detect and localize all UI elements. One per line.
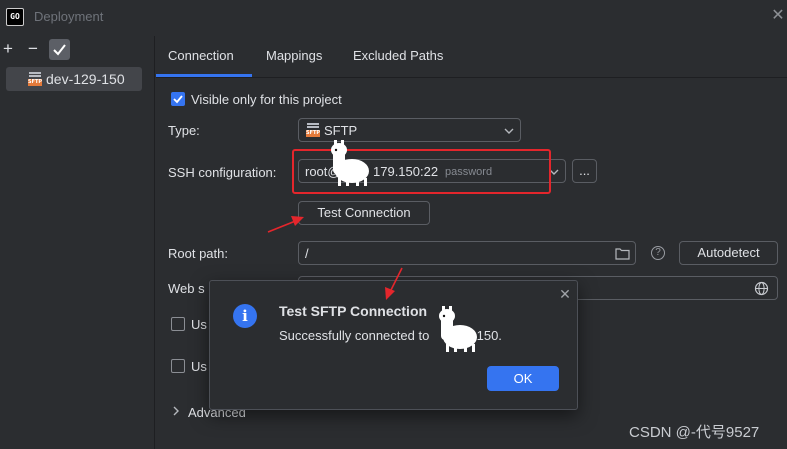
option-label-1: Us bbox=[191, 317, 207, 332]
type-value: SFTP bbox=[324, 123, 358, 138]
tab-connection[interactable]: Connection bbox=[168, 48, 234, 63]
folder-icon[interactable] bbox=[615, 247, 630, 260]
root-path-value: / bbox=[305, 246, 309, 261]
tab-bar: Connection Mappings Excluded Paths bbox=[156, 36, 787, 78]
remove-server-icon[interactable]: − bbox=[23, 39, 43, 59]
test-connection-button[interactable]: Test Connection bbox=[298, 201, 430, 225]
chevron-down-icon bbox=[504, 128, 514, 134]
option-label-2: Us bbox=[191, 359, 207, 374]
visible-only-checkbox[interactable] bbox=[171, 92, 185, 106]
dialog-close-icon[interactable]: ✕ bbox=[558, 287, 572, 301]
dialog-message-suffix: 179.150. bbox=[451, 328, 502, 343]
sftp-type-icon: SFTP bbox=[306, 123, 320, 137]
title-bar: GO Deployment ✕ bbox=[0, 0, 787, 36]
root-path-input[interactable]: / bbox=[298, 241, 636, 265]
tab-mappings[interactable]: Mappings bbox=[266, 48, 322, 63]
chevron-right-icon[interactable] bbox=[171, 406, 181, 416]
add-server-icon[interactable]: + bbox=[0, 39, 18, 59]
ssh-config-label: SSH configuration: bbox=[168, 165, 277, 180]
tab-excluded-paths[interactable]: Excluded Paths bbox=[353, 48, 443, 63]
dialog-message-prefix: Successfully connected to bbox=[279, 328, 430, 343]
window-title: Deployment bbox=[34, 9, 104, 24]
root-path-label: Root path: bbox=[168, 246, 228, 261]
dialog-title: Test SFTP Connection bbox=[279, 303, 428, 319]
csdn-watermark: CSDN @-代号9527 bbox=[629, 424, 760, 441]
dialog-message: Successfully connected to 179.150. bbox=[279, 328, 502, 343]
ssh-config-more-button[interactable]: ... bbox=[572, 159, 597, 183]
sftp-server-icon: SFTP bbox=[28, 72, 42, 86]
type-select[interactable]: SFTP SFTP bbox=[298, 118, 521, 142]
option-checkbox-2[interactable] bbox=[171, 359, 185, 373]
close-window-icon[interactable]: ✕ bbox=[770, 8, 786, 24]
info-icon: i bbox=[233, 304, 257, 328]
server-item-dev-129-150[interactable]: SFTP dev-129-150 bbox=[6, 67, 142, 91]
annotation-highlight-box bbox=[292, 149, 551, 194]
help-icon[interactable]: ? bbox=[651, 246, 665, 260]
type-label: Type: bbox=[168, 123, 200, 138]
web-server-label: Web s bbox=[168, 281, 205, 296]
goland-logo-icon: GO bbox=[6, 8, 24, 26]
visible-only-label: Visible only for this project bbox=[191, 92, 342, 107]
test-sftp-connection-dialog: i Test SFTP Connection Successfully conn… bbox=[209, 280, 578, 410]
server-name: dev-129-150 bbox=[46, 71, 125, 87]
active-tab-indicator bbox=[156, 74, 252, 77]
globe-icon[interactable] bbox=[754, 281, 769, 296]
server-list-toolbar: + − bbox=[0, 36, 155, 62]
ok-button[interactable]: OK bbox=[487, 366, 559, 391]
server-list-panel: + − SFTP dev-129-150 bbox=[0, 36, 155, 449]
autodetect-button[interactable]: Autodetect bbox=[679, 241, 778, 265]
option-checkbox-1[interactable] bbox=[171, 317, 185, 331]
set-default-check-icon[interactable] bbox=[49, 39, 70, 60]
